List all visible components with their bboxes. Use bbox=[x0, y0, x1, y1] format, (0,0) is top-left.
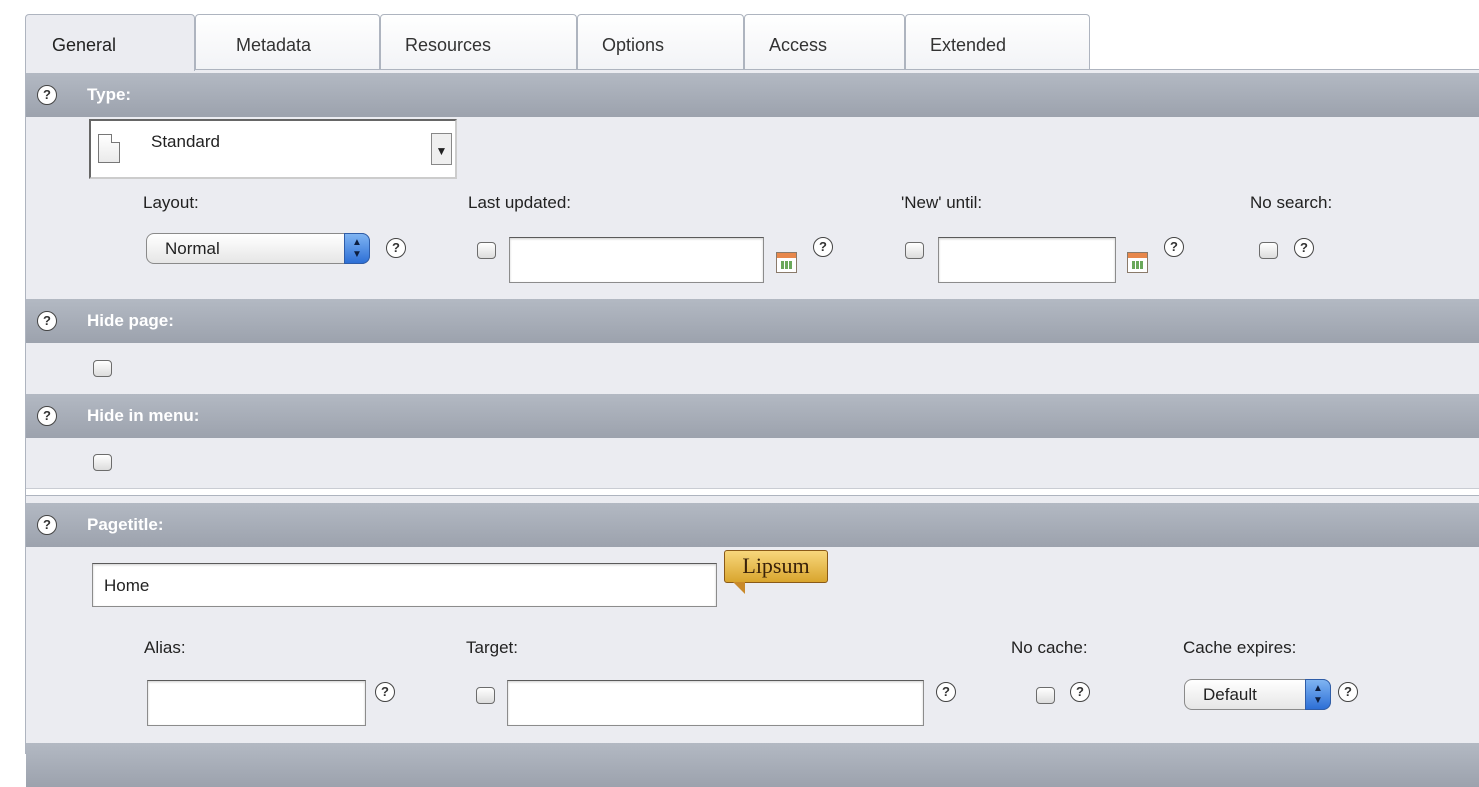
callout-tail bbox=[733, 582, 745, 594]
select-arrows-icon: ▲ ▼ bbox=[1305, 679, 1331, 710]
section-header-hide-page: ? Hide page: bbox=[26, 299, 1479, 343]
tab-options[interactable]: Options bbox=[577, 14, 744, 70]
target-label: Target: bbox=[466, 638, 518, 657]
section-label: Pagetitle: bbox=[87, 515, 164, 534]
layout-select-value: Normal bbox=[165, 239, 220, 258]
target-field[interactable] bbox=[507, 680, 924, 726]
target-help-icon[interactable]: ? bbox=[936, 682, 956, 702]
section-header-pagetitle: ? Pagetitle: bbox=[26, 503, 1479, 547]
alias-help-icon[interactable]: ? bbox=[375, 682, 395, 702]
section-header-type: ? Type: bbox=[26, 73, 1479, 117]
hide-page-checkbox[interactable] bbox=[93, 360, 112, 377]
type-select-value: Standard bbox=[151, 132, 220, 151]
alias-label: Alias: bbox=[144, 638, 186, 657]
section-label: Hide in menu: bbox=[87, 406, 200, 425]
lipsum-label: Lipsum bbox=[742, 553, 810, 578]
calendar-icon[interactable] bbox=[776, 252, 797, 273]
section-header-hide-in-menu: ? Hide in menu: bbox=[26, 394, 1479, 438]
section-label: Hide page: bbox=[87, 311, 174, 330]
tab-resources[interactable]: Resources bbox=[380, 14, 577, 70]
tab-extended[interactable]: Extended bbox=[905, 14, 1090, 70]
tab-label: Metadata bbox=[236, 35, 312, 55]
document-icon bbox=[98, 134, 120, 163]
new-until-label: 'New' until: bbox=[901, 193, 983, 212]
last-updated-label: Last updated: bbox=[468, 193, 572, 212]
hide-in-menu-checkbox[interactable] bbox=[93, 454, 112, 471]
tab-label: Resources bbox=[405, 35, 492, 55]
section-divider bbox=[26, 488, 1479, 496]
help-icon[interactable]: ? bbox=[37, 515, 57, 535]
tab-label: Options bbox=[602, 35, 665, 55]
tab-label: Extended bbox=[930, 35, 1007, 55]
no-cache-label: No cache: bbox=[1011, 638, 1088, 657]
last-updated-field[interactable] bbox=[509, 237, 764, 283]
chevron-down-icon[interactable]: ▼ bbox=[431, 133, 452, 165]
section-header-next bbox=[26, 743, 1479, 787]
help-icon[interactable]: ? bbox=[37, 85, 57, 105]
new-until-help-icon[interactable]: ? bbox=[1164, 237, 1184, 257]
no-cache-checkbox[interactable] bbox=[1036, 687, 1055, 704]
alias-field[interactable] bbox=[147, 680, 366, 726]
pagetitle-field[interactable]: Home bbox=[92, 563, 717, 607]
tab-access[interactable]: Access bbox=[744, 14, 905, 70]
tab-label: Access bbox=[769, 35, 828, 55]
no-search-help-icon[interactable]: ? bbox=[1294, 238, 1314, 258]
tab-bar: General Metadata Resources Options Acces… bbox=[25, 14, 1479, 71]
last-updated-help-icon[interactable]: ? bbox=[813, 237, 833, 257]
lipsum-button[interactable]: Lipsum bbox=[724, 550, 828, 594]
cache-expires-label: Cache expires: bbox=[1183, 638, 1297, 657]
type-select[interactable]: Standard ▼ bbox=[89, 119, 457, 179]
target-checkbox[interactable] bbox=[476, 687, 495, 704]
layout-select[interactable]: Normal ▲ ▼ bbox=[146, 233, 370, 264]
new-until-field[interactable] bbox=[938, 237, 1116, 283]
cache-expires-help-icon[interactable]: ? bbox=[1338, 682, 1358, 702]
last-updated-checkbox[interactable] bbox=[477, 242, 496, 259]
layout-label: Layout: bbox=[143, 193, 199, 212]
tab-general[interactable]: General bbox=[25, 14, 195, 71]
tab-label: General bbox=[52, 35, 117, 55]
no-search-checkbox[interactable] bbox=[1259, 242, 1278, 259]
cache-expires-select[interactable]: Default ▲ ▼ bbox=[1184, 679, 1331, 710]
layout-help-icon[interactable]: ? bbox=[386, 238, 406, 258]
new-until-checkbox[interactable] bbox=[905, 242, 924, 259]
cache-expires-value: Default bbox=[1203, 685, 1257, 704]
help-icon[interactable]: ? bbox=[37, 406, 57, 426]
general-panel: ? Type: Standard ▼ Layout: Normal ▲ ▼ ? L… bbox=[25, 69, 1479, 787]
section-label: Type: bbox=[87, 85, 132, 104]
help-icon[interactable]: ? bbox=[37, 311, 57, 331]
no-cache-help-icon[interactable]: ? bbox=[1070, 682, 1090, 702]
no-search-label: No search: bbox=[1250, 193, 1333, 212]
select-arrows-icon: ▲ ▼ bbox=[344, 233, 370, 264]
calendar-icon[interactable] bbox=[1127, 252, 1148, 273]
tab-metadata[interactable]: Metadata bbox=[195, 14, 380, 70]
